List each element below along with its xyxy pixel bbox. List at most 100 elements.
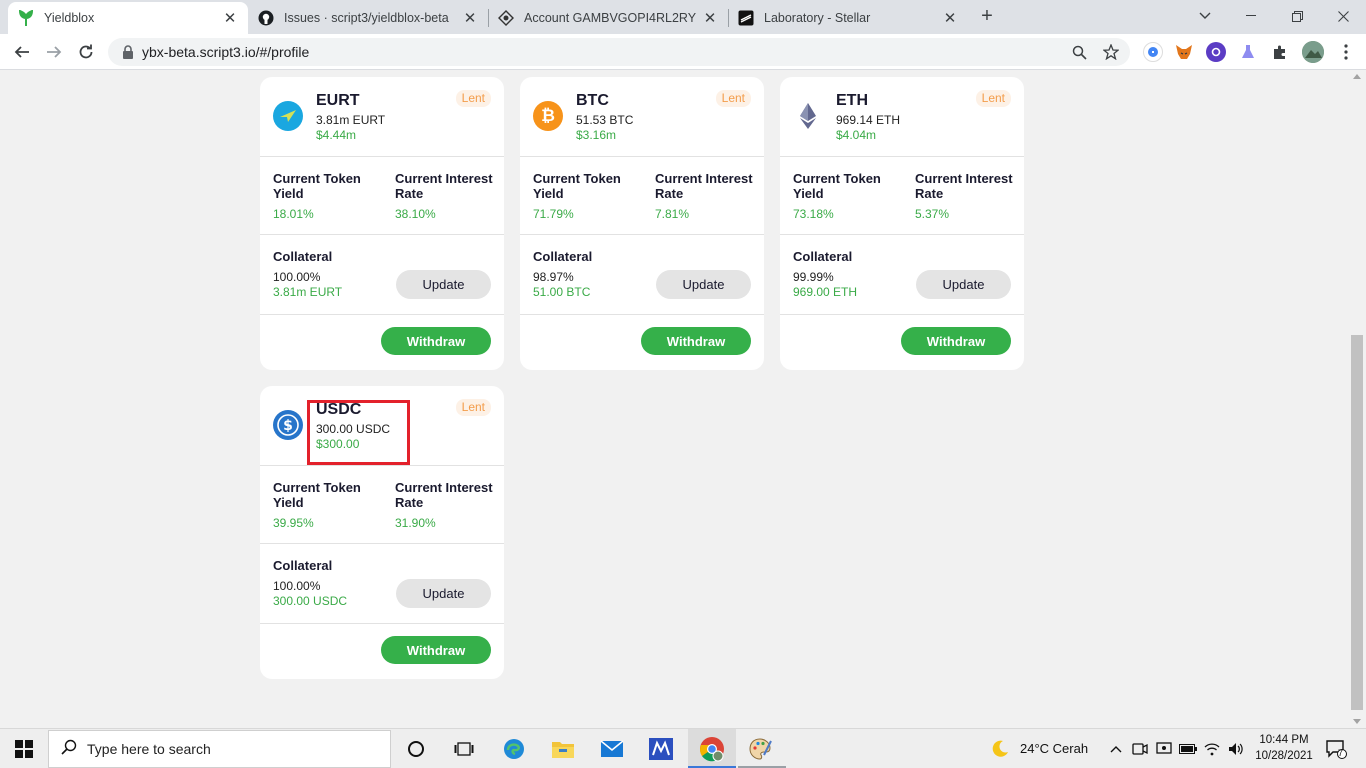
tab-stellar-laboratory[interactable]: Laboratory - Stellar ✕	[728, 2, 968, 34]
search-icon	[61, 739, 77, 760]
asset-card-eth: ETH 969.14 ETH $4.04m Lent Current Token…	[780, 77, 1024, 370]
zoom-search-icon[interactable]	[1070, 43, 1088, 61]
windows-start-icon[interactable]	[0, 729, 48, 768]
scrollbar-thumb[interactable]	[1351, 335, 1363, 710]
token-yield-value: 39.95%	[273, 516, 314, 530]
back-arrow-icon[interactable]	[10, 40, 34, 64]
asset-usd-value: $4.04m	[836, 128, 877, 142]
tab-github-issues[interactable]: Issues · script3/yieldblox-beta ✕	[248, 2, 488, 34]
collateral-percent: 100.00%	[273, 579, 321, 593]
tab-stellar-account[interactable]: Account GAMBVGOPI4RL2RYECC ✕	[488, 2, 728, 34]
page-scrollbar[interactable]	[1349, 70, 1366, 728]
metamask-fox-icon[interactable]	[1174, 42, 1194, 62]
weather-text[interactable]: 24°C Cerah	[1020, 741, 1088, 756]
taskbar-clock[interactable]: 10:44 PM 10/28/2021	[1246, 732, 1322, 764]
eurt-coin-icon	[273, 101, 303, 131]
rates-section: Current Token Yield 73.18% Current Inter…	[780, 157, 1024, 235]
asset-usd-value: $4.44m	[316, 128, 357, 142]
rates-section: Current Token Yield 71.79% Current Inter…	[520, 157, 764, 235]
cortana-circle-icon[interactable]	[402, 735, 430, 763]
collateral-percent: 98.97%	[533, 270, 574, 284]
close-window-button[interactable]	[1320, 0, 1366, 32]
minimize-button[interactable]	[1228, 0, 1274, 32]
asset-card-eurt: EURT 3.81m EURT $4.44m Lent Current Toke…	[260, 77, 504, 370]
extensions-puzzle-icon[interactable]	[1270, 42, 1290, 62]
collateral-percent: 99.99%	[793, 270, 834, 284]
edge-browser-icon[interactable]	[500, 735, 528, 763]
lent-badge: Lent	[975, 90, 1011, 107]
display-settings-icon[interactable]	[1152, 735, 1176, 763]
withdraw-button[interactable]: Withdraw	[901, 327, 1011, 355]
collateral-section: Collateral 99.99% 969.00 ETH Update	[780, 235, 1024, 315]
asset-amount: 969.14 ETH	[836, 113, 901, 127]
interest-rate-value: 5.37%	[915, 207, 950, 221]
asset-symbol: ETH	[836, 92, 868, 109]
address-bar[interactable]: ybx-beta.script3.io/#/profile	[108, 38, 1130, 66]
forward-arrow-icon[interactable]	[42, 40, 66, 64]
interest-rate-label: Current Interest Rate	[395, 480, 493, 510]
token-yield-label: Current Token Yield	[273, 171, 361, 201]
chrome-icon[interactable]	[698, 735, 726, 763]
flask-extension-icon[interactable]	[1238, 42, 1258, 62]
profile-avatar[interactable]	[1302, 41, 1324, 63]
tab-yieldblox[interactable]: Yieldblox ✕	[8, 2, 248, 34]
tab-close-icon[interactable]: ✕	[942, 9, 958, 27]
withdraw-button[interactable]: Withdraw	[381, 636, 491, 664]
asset-card-btc: ₿ BTC 51.53 BTC $3.16m Lent Current Toke…	[520, 77, 764, 370]
tab-title: Yieldblox	[44, 11, 95, 25]
collateral-section: Collateral 100.00% 300.00 USDC Update	[260, 544, 504, 624]
wallet-extension-icon[interactable]	[1206, 42, 1226, 62]
bookmark-star-icon[interactable]	[1102, 43, 1120, 61]
tab-title: Laboratory - Stellar	[764, 11, 871, 25]
app-ma-icon[interactable]	[647, 735, 675, 763]
interest-rate-label: Current Interest Rate	[655, 171, 753, 201]
token-yield-value: 71.79%	[533, 207, 574, 221]
chrome-menu-icon[interactable]	[1334, 40, 1358, 64]
withdraw-button[interactable]: Withdraw	[381, 327, 491, 355]
update-button[interactable]: Update	[396, 270, 491, 299]
file-explorer-icon[interactable]	[549, 735, 577, 763]
asset-amount: 51.53 BTC	[576, 113, 634, 127]
tab-search-chevron-down-icon[interactable]	[1182, 0, 1228, 32]
collateral-amount: 3.81m EURT	[273, 285, 343, 299]
update-button[interactable]: Update	[396, 579, 491, 608]
update-button[interactable]: Update	[916, 270, 1011, 299]
token-yield-label: Current Token Yield	[793, 171, 881, 201]
rates-section: Current Token Yield 39.95% Current Inter…	[260, 466, 504, 544]
scroll-down-arrow-icon[interactable]	[1353, 719, 1361, 724]
scroll-up-arrow-icon[interactable]	[1353, 74, 1361, 79]
card-footer: Withdraw	[260, 315, 504, 370]
svg-text:$: $	[283, 418, 293, 434]
withdraw-button[interactable]: Withdraw	[641, 327, 751, 355]
lock-icon[interactable]	[122, 45, 134, 59]
tab-close-icon[interactable]: ✕	[222, 9, 238, 27]
battery-icon[interactable]	[1176, 735, 1200, 763]
volume-icon[interactable]	[1224, 735, 1248, 763]
tab-close-icon[interactable]: ✕	[462, 9, 478, 27]
asset-symbol: EURT	[316, 92, 360, 109]
notification-center-icon[interactable]: 7	[1322, 735, 1350, 763]
browser-tabstrip: Yieldblox ✕ Issues · script3/yieldblox-b…	[0, 0, 1366, 34]
bitcoin-coin-icon: ₿	[533, 101, 563, 131]
collateral-section: Collateral 98.97% 51.00 BTC Update	[520, 235, 764, 315]
token-yield-value: 18.01%	[273, 207, 314, 221]
taskbar-search-box[interactable]: Type here to search	[48, 730, 391, 768]
lent-badge: Lent	[715, 90, 751, 107]
paint-icon[interactable]	[746, 735, 774, 763]
restore-button[interactable]	[1274, 0, 1320, 32]
asset-amount: 3.81m EURT	[316, 113, 386, 127]
tab-close-icon[interactable]: ✕	[702, 9, 718, 27]
google-extension-icon[interactable]	[1143, 42, 1163, 62]
task-view-icon[interactable]	[450, 735, 478, 763]
annotation-highlight-box	[307, 400, 410, 465]
update-button[interactable]: Update	[656, 270, 751, 299]
rates-section: Current Token Yield 18.01% Current Inter…	[260, 157, 504, 235]
meet-now-icon[interactable]	[1128, 735, 1152, 763]
wifi-icon[interactable]	[1200, 735, 1224, 763]
new-tab-button[interactable]: +	[976, 5, 998, 27]
tray-chevron-up-icon[interactable]	[1104, 735, 1128, 763]
weather-moon-icon[interactable]	[986, 735, 1014, 763]
mail-icon[interactable]	[598, 735, 626, 763]
reload-icon[interactable]	[74, 40, 98, 64]
search-placeholder: Type here to search	[87, 741, 211, 757]
